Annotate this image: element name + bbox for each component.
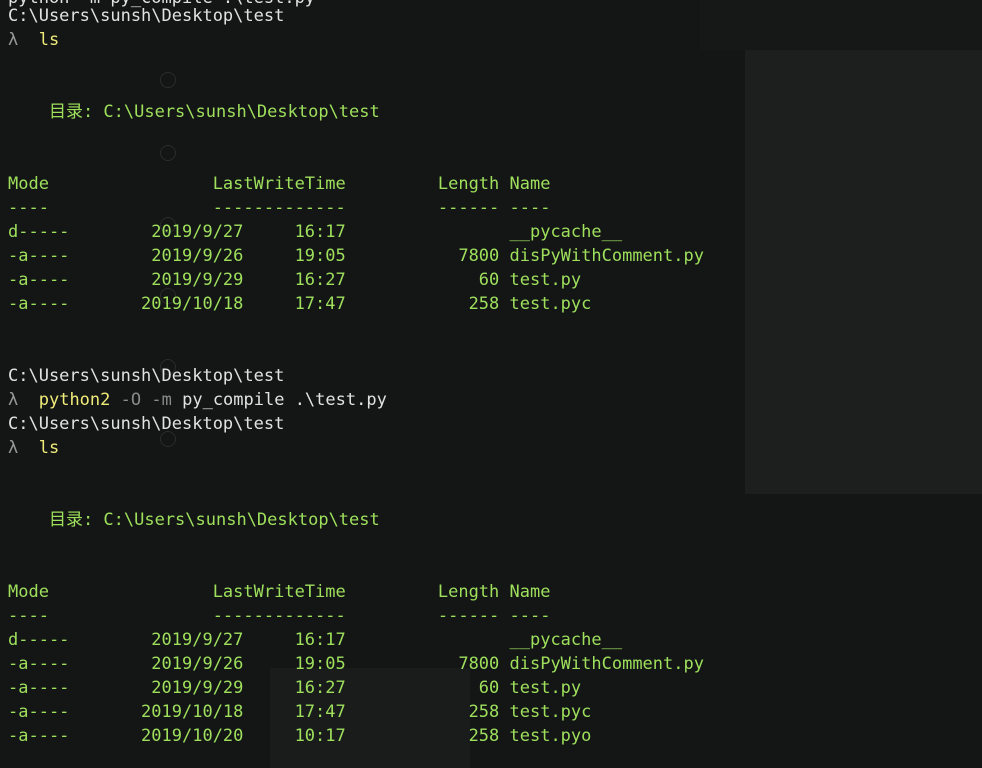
cwd-line: C:\Users\sunsh\Desktop\test (8, 414, 285, 434)
background-list-marker (160, 145, 176, 161)
listing-row: -a---- 2019/9/26 19:05 7800 disPyWithCom… (8, 246, 704, 266)
listing-row: -a---- 2019/9/29 16:27 60 test.py (8, 678, 582, 698)
command-line[interactable]: λ ls (8, 28, 59, 52)
listing-header: Mode LastWriteTime Length Name (8, 174, 551, 194)
listing-row: -a---- 2019/9/26 19:05 7800 disPyWithCom… (8, 654, 704, 674)
command-args: py_compile .\test.py (182, 390, 387, 410)
flag-m: -m (151, 390, 172, 410)
command-python2: python2 (38, 390, 111, 410)
listing-header-underline: ---- ------------- ------ ---- (8, 198, 551, 218)
prompt-symbol: λ (8, 438, 19, 458)
listing-row: -a---- 2019/10/18 17:47 258 test.pyc (8, 702, 592, 722)
directory-line: 目录: C:\Users\sunsh\Desktop\test (8, 510, 380, 530)
listing-row: -a---- 2019/10/20 10:17 258 test.pyo (8, 726, 592, 746)
cwd-line: C:\Users\sunsh\Desktop\test (8, 6, 285, 26)
listing-row: d----- 2019/9/27 16:17 __pycache__ (8, 630, 623, 650)
listing-row: -a---- 2019/10/18 17:47 258 test.pyc (8, 294, 592, 314)
cwd-line: C:\Users\sunsh\Desktop\test (8, 366, 285, 386)
command-ls: ls (38, 30, 60, 50)
listing-row: d----- 2019/9/27 16:17 __pycache__ (8, 222, 623, 242)
listing-header-underline: ---- ------------- ------ ---- (8, 606, 551, 626)
command-line[interactable]: λ python2 -O -m py_compile .\test.py (8, 388, 387, 412)
prompt-symbol: λ (8, 390, 19, 410)
command-line[interactable]: λ ls (8, 436, 59, 460)
listing-header: Mode LastWriteTime Length Name (8, 582, 551, 602)
prompt-symbol: λ (8, 30, 19, 50)
background-code-panel (745, 50, 982, 494)
listing-row: -a---- 2019/9/29 16:27 60 test.py (8, 270, 582, 290)
terminal-window[interactable]: python -m py_compile .\test.py C:\Users\… (0, 0, 982, 768)
command-ls: ls (38, 438, 60, 458)
background-list-marker (160, 72, 176, 88)
background-window-toolbar (700, 0, 982, 50)
directory-line: 目录: C:\Users\sunsh\Desktop\test (8, 102, 380, 122)
flag-o: -O (120, 390, 142, 410)
